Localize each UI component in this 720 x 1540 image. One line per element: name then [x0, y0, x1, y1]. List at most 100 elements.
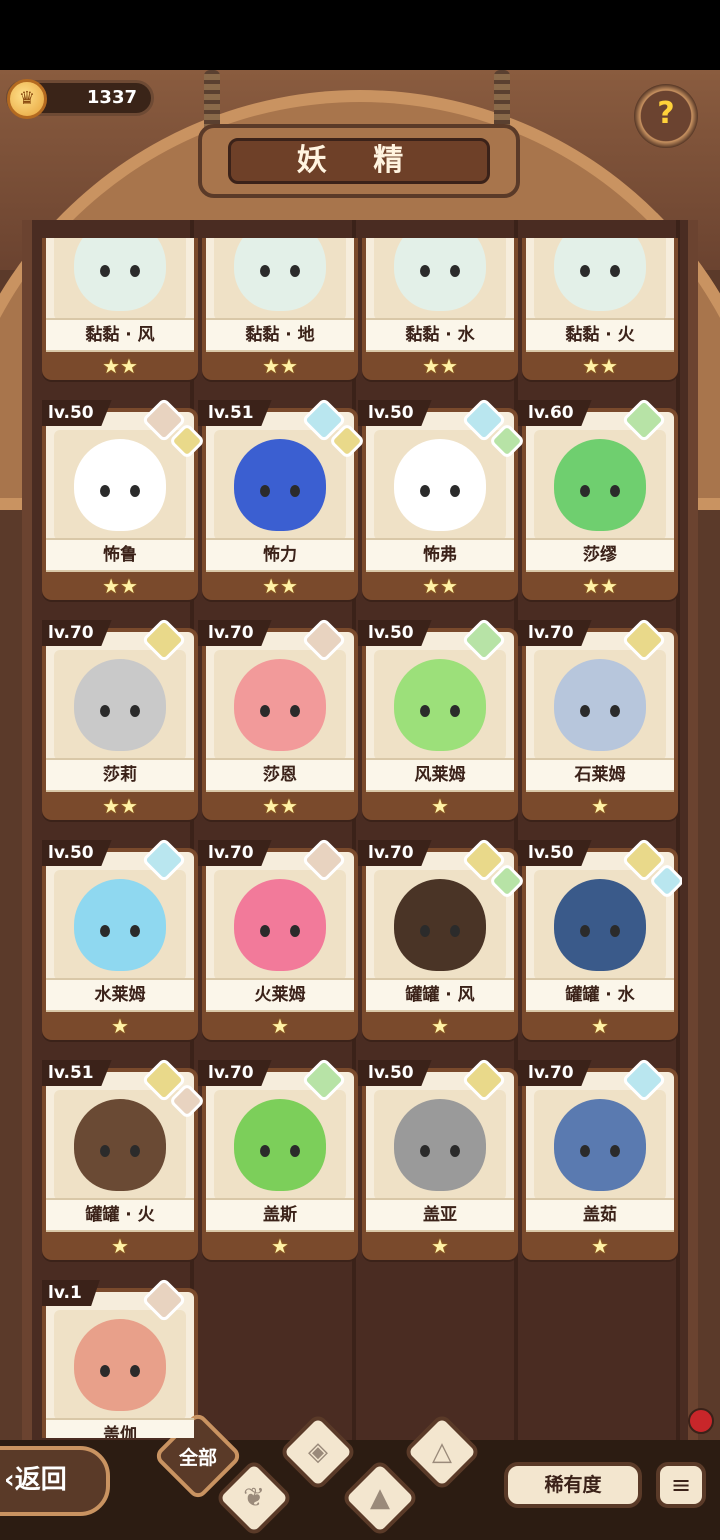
- level-badge: lv.51: [42, 1060, 112, 1086]
- fairy-card[interactable]: lv.51 罐罐 · 火 ★: [42, 1057, 206, 1260]
- fairy-name: 石莱姆: [526, 758, 674, 792]
- coin-counter: ♛ 1337: [6, 79, 154, 119]
- fairy-portrait: [534, 650, 666, 760]
- star-rating: ★★: [202, 792, 358, 820]
- fairy-card[interactable]: lv.50 罐罐 · 水 ★: [518, 837, 682, 1040]
- fairy-name: 黏黏 · 风: [46, 318, 194, 352]
- fairy-name: 黏黏 · 地: [206, 318, 354, 352]
- fairy-card[interactable]: 黏黏 · 地 ★★: [202, 238, 358, 380]
- star-rating: ★★: [362, 572, 518, 600]
- level-badge: lv.50: [358, 400, 432, 426]
- fairy-name: 罐罐 · 水: [526, 978, 674, 1012]
- fairy-portrait: [374, 1090, 506, 1200]
- fairy-card[interactable]: lv.50 风莱姆 ★: [358, 617, 518, 820]
- fairy-avatar: [394, 1099, 486, 1191]
- fairy-portrait: [54, 430, 186, 540]
- level-badge: lv.70: [198, 840, 272, 866]
- level-badge: lv.50: [358, 1060, 432, 1086]
- star-rating: ★★: [202, 572, 358, 600]
- fairy-card[interactable]: lv.70 莎莉 ★★: [42, 617, 198, 820]
- fairy-name: 莎恩: [206, 758, 354, 792]
- fairy-name: 风莱姆: [366, 758, 514, 792]
- star-rating: ★: [42, 1012, 198, 1040]
- fairy-avatar: [74, 1319, 166, 1411]
- fairy-card[interactable]: lv.70 莎恩 ★★: [198, 617, 358, 820]
- fairy-card[interactable]: 黏黏 · 风 ★★: [42, 238, 198, 380]
- fairy-card[interactable]: lv.70 火莱姆 ★: [198, 837, 358, 1040]
- sort-order-button[interactable]: ≡: [656, 1462, 706, 1508]
- help-button[interactable]: ?: [634, 84, 698, 148]
- fairy-portrait: [214, 870, 346, 980]
- back-button[interactable]: ‹返回: [0, 1446, 110, 1516]
- fairy-portrait: [54, 870, 186, 980]
- star-rating: ★★: [42, 352, 198, 380]
- fairy-name: 黏黏 · 火: [526, 318, 674, 352]
- fairy-card[interactable]: lv.60 莎缪 ★★: [518, 397, 678, 600]
- level-badge: lv.50: [358, 620, 432, 646]
- fairy-portrait: [54, 1310, 186, 1420]
- star-rating: ★: [362, 1232, 518, 1260]
- fairy-name: 怖力: [206, 538, 354, 572]
- fairy-card[interactable]: lv.50 盖亚 ★: [358, 1057, 518, 1260]
- fairy-avatar: [554, 659, 646, 751]
- fairy-card[interactable]: lv.50 水莱姆 ★: [42, 837, 198, 1040]
- fairy-card[interactable]: lv.50 怖弗 ★★: [358, 397, 526, 600]
- fairy-card[interactable]: lv.70 盖茹 ★: [518, 1057, 678, 1260]
- fairy-card[interactable]: lv.1盖伽★: [42, 1277, 198, 1438]
- fairy-portrait: [534, 870, 666, 980]
- fairy-portrait: [374, 430, 506, 540]
- fairy-name: 盖伽: [46, 1418, 194, 1438]
- fairy-card[interactable]: lv.70 罐罐 · 风 ★: [358, 837, 526, 1040]
- fairy-portrait: [214, 650, 346, 760]
- fairy-portrait: [214, 238, 346, 320]
- fairy-avatar: [234, 1099, 326, 1191]
- fairy-name: 盖斯: [206, 1198, 354, 1232]
- fairy-portrait: [374, 238, 506, 320]
- level-badge: lv.70: [518, 1060, 592, 1086]
- sprout-icon: ❦: [243, 1483, 265, 1513]
- fairy-portrait: [374, 650, 506, 760]
- question-sprout-icon: ?: [657, 96, 675, 131]
- fairy-portrait: [54, 238, 186, 320]
- fairy-portrait: [534, 238, 666, 320]
- fairy-avatar: [234, 879, 326, 971]
- sort-list-icon: ≡: [670, 1471, 692, 1499]
- fairy-avatar: [554, 879, 646, 971]
- fairy-card[interactable]: 黏黏 · 火 ★★: [522, 238, 678, 380]
- fairy-avatar: [394, 659, 486, 751]
- ladybug-icon[interactable]: [688, 1408, 714, 1434]
- level-badge: lv.1: [42, 1280, 100, 1306]
- level-badge: lv.51: [198, 400, 272, 426]
- fairy-avatar: [394, 879, 486, 971]
- level-badge: lv.70: [198, 620, 272, 646]
- level-badge: lv.50: [518, 840, 592, 866]
- fairy-name: 黏黏 · 水: [366, 318, 514, 352]
- fairy-card[interactable]: lv.50 怖鲁 ★★: [42, 397, 206, 600]
- fairy-avatar: [234, 439, 326, 531]
- fairy-name: 盖亚: [366, 1198, 514, 1232]
- star-rating: ★: [522, 1012, 678, 1040]
- fairy-avatar: [74, 1099, 166, 1191]
- star-rating: ★: [362, 1012, 518, 1040]
- fairy-card[interactable]: lv.70 盖斯 ★: [198, 1057, 358, 1260]
- star-rating: ★: [522, 792, 678, 820]
- fairy-name: 水莱姆: [46, 978, 194, 1012]
- level-badge: lv.50: [42, 840, 112, 866]
- fairy-portrait: [534, 1090, 666, 1200]
- fairy-collection-screen: ♛ 1337 妖 精 ? 黏黏 · 风 ★★ 黏黏 · 地 ★★ 黏黏 · 水 ★★ 黏黏 …: [0, 70, 720, 1540]
- rarity-sort-button[interactable]: 稀有度: [504, 1462, 642, 1508]
- fairy-avatar: [74, 879, 166, 971]
- fairy-card[interactable]: lv.70 石莱姆 ★: [518, 617, 678, 820]
- star-rating: ★: [42, 1232, 198, 1260]
- fairy-card[interactable]: 黏黏 · 水 ★★: [362, 238, 518, 380]
- title-sign: 妖 精: [198, 124, 520, 198]
- fairy-avatar: [74, 238, 166, 311]
- level-badge: lv.70: [358, 840, 432, 866]
- fairy-avatar: [74, 439, 166, 531]
- fairy-card[interactable]: lv.51 怖力 ★★: [198, 397, 366, 600]
- fairy-name: 怖鲁: [46, 538, 194, 572]
- fairy-avatar: [74, 659, 166, 751]
- fairy-avatar: [234, 659, 326, 751]
- mountain-icon: ▲: [370, 1483, 390, 1513]
- fairy-avatar: [554, 1099, 646, 1191]
